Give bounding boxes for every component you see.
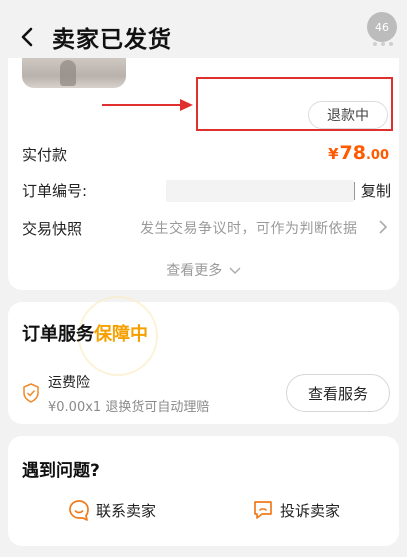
contact-seller-button[interactable]: 联系卖家 bbox=[68, 496, 156, 524]
amount-decimal: .00 bbox=[365, 148, 389, 163]
paid-amount: ¥78.00 bbox=[328, 142, 389, 164]
complain-seller-label: 投诉卖家 bbox=[280, 501, 341, 520]
service-title: 订单服务保障中 bbox=[22, 320, 148, 346]
order-number-label: 订单编号: bbox=[22, 182, 88, 200]
annotation-highlight-box: 退款中 bbox=[196, 77, 393, 131]
snapshot-label[interactable]: 交易快照 bbox=[22, 218, 82, 239]
help-card: 遇到问题? 联系卖家 投诉卖家 bbox=[8, 436, 399, 546]
currency-symbol: ¥ bbox=[328, 145, 339, 163]
contact-seller-label: 联系卖家 bbox=[96, 501, 157, 520]
chevron-right-icon[interactable] bbox=[378, 220, 388, 234]
shield-check-icon bbox=[23, 383, 39, 403]
copy-button[interactable]: 复制 bbox=[361, 180, 391, 201]
more-dots-icon[interactable] bbox=[373, 42, 393, 46]
complaint-chat-icon bbox=[254, 501, 272, 519]
snapshot-hint[interactable]: 发生交易争议时，可作为判断依据 bbox=[140, 218, 358, 238]
chevron-left-icon bbox=[21, 27, 33, 47]
see-more-button[interactable]: 查看更多 bbox=[8, 260, 399, 280]
divider bbox=[354, 182, 355, 200]
insurance-description: ¥0.00x1 退换货可自动理赔 bbox=[48, 400, 210, 415]
amount-integer: 78 bbox=[339, 142, 366, 164]
order-service-card: 订单服务保障中 运费险 ¥0.00x1 退换货可自动理赔 查看服务 bbox=[8, 296, 399, 424]
order-number-redacted bbox=[166, 180, 354, 202]
product-image bbox=[60, 60, 76, 86]
chevron-down-icon bbox=[229, 267, 241, 274]
back-button[interactable] bbox=[12, 22, 42, 52]
help-title: 遇到问题? bbox=[22, 461, 100, 481]
product-thumbnail[interactable] bbox=[22, 58, 126, 88]
insurance-name: 运费险 bbox=[48, 375, 90, 391]
paid-amount-label: 实付款 bbox=[22, 146, 68, 164]
order-info-card: 退款中 实付款 ¥78.00 订单编号: 复制 交易快照 发生交易争议时，可作为… bbox=[8, 58, 399, 290]
refund-status-button[interactable]: 退款中 bbox=[308, 101, 388, 129]
see-more-label: 查看更多 bbox=[166, 263, 223, 279]
page-title: 卖家已发货 bbox=[52, 27, 172, 53]
service-status: 保障中 bbox=[94, 324, 148, 345]
complain-seller-button[interactable]: 投诉卖家 bbox=[252, 496, 340, 524]
chat-smile-icon bbox=[69, 500, 89, 521]
service-title-text: 订单服务 bbox=[22, 324, 94, 345]
view-service-button[interactable]: 查看服务 bbox=[286, 374, 390, 412]
annotation-arrow-icon bbox=[102, 99, 193, 111]
notification-badge[interactable]: 46 bbox=[367, 12, 397, 42]
